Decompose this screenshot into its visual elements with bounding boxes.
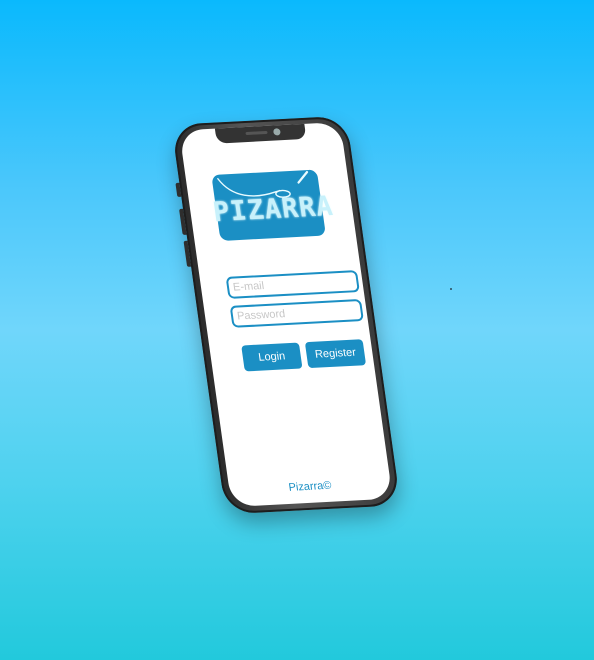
phone-volume-down-button <box>183 240 192 267</box>
phone-mockup: PIZARRA Login Register Pizarra© <box>171 115 401 515</box>
phone-notch <box>214 122 307 144</box>
footer-copyright: Pizarra© <box>287 479 333 494</box>
phone-volume-up-button <box>179 208 187 235</box>
stray-dot <box>450 288 452 290</box>
phone-screen: PIZARRA Login Register Pizarra© <box>179 122 393 507</box>
password-field[interactable] <box>229 298 364 328</box>
phone-camera <box>272 128 281 136</box>
register-button[interactable]: Register <box>304 339 367 369</box>
login-button[interactable]: Login <box>241 342 303 372</box>
app-logo: PIZARRA <box>211 169 335 241</box>
phone-mute-switch <box>175 182 182 197</box>
phone-speaker <box>245 130 268 136</box>
email-field[interactable] <box>225 270 360 299</box>
